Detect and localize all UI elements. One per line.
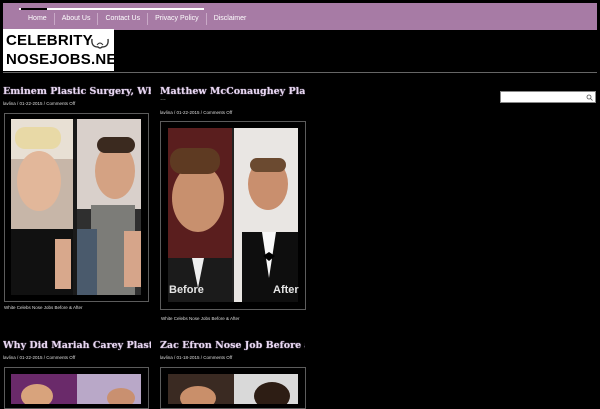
post-caption-eminem: White Celebs Nose Jobs Before & After (4, 305, 83, 310)
post-photo-eminem (11, 119, 141, 295)
main-nav: Home About Us Contact Us Privacy Policy … (21, 13, 253, 25)
post-meta-mcconaughey: lavlina / 01-22-2015 / Comments Off (160, 110, 233, 115)
nav-contact-link[interactable]: Contact Us (98, 13, 149, 25)
post-title-mcconaughey[interactable]: Matthew McConaughey Plastic (160, 86, 305, 97)
post-thumbnail-mariah[interactable] (4, 367, 149, 409)
search-input[interactable] (500, 91, 596, 103)
post-title-mariah[interactable]: Why Did Mariah Carey Plastic… (3, 340, 151, 351)
nose-icon (91, 38, 109, 49)
nav-disclaimer-link[interactable]: Disclaimer (207, 13, 254, 25)
nav-active-indicator (21, 8, 47, 10)
post-thumbnail-eminem[interactable] (4, 113, 149, 302)
search-icon[interactable] (586, 94, 593, 101)
post-caption-mcconaughey: White Celebs Nose Jobs Before & After (161, 316, 240, 321)
post-title-eminem[interactable]: Eminem Plastic Surgery, What… (3, 86, 151, 97)
nav-home-link[interactable]: Home (21, 13, 55, 25)
nav-privacy-link[interactable]: Privacy Policy (148, 13, 207, 25)
header-divider (3, 72, 597, 73)
post-meta-eminem: lavlina / 01-22-2015 / Comments Off (3, 101, 76, 106)
post-meta-mariah: lavlina / 01-22-2015 / Comments Off (3, 355, 76, 360)
post-title-continuation: … (160, 96, 166, 102)
post-thumbnail-zac-efron[interactable] (160, 367, 306, 409)
post-thumbnail-mcconaughey[interactable]: Before After (160, 121, 306, 310)
post-photo-mcconaughey (168, 128, 298, 302)
logo-line-1: CELEBRITY (6, 32, 93, 49)
after-label: After (273, 284, 299, 296)
post-title-zac-efron[interactable]: Zac Efron Nose Job Before an… (160, 340, 305, 351)
before-label: Before (169, 284, 204, 296)
top-nav-bar: Home About Us Contact Us Privacy Policy … (3, 3, 597, 30)
nav-about-link[interactable]: About Us (55, 13, 99, 25)
site-logo[interactable]: CELEBRITY NOSEJOBS.NET (3, 29, 126, 71)
post-meta-zac-efron: lavlina / 01-18-2015 / Comments Off (160, 355, 233, 360)
logo-line-2: NOSEJOBS.NET (6, 51, 126, 68)
